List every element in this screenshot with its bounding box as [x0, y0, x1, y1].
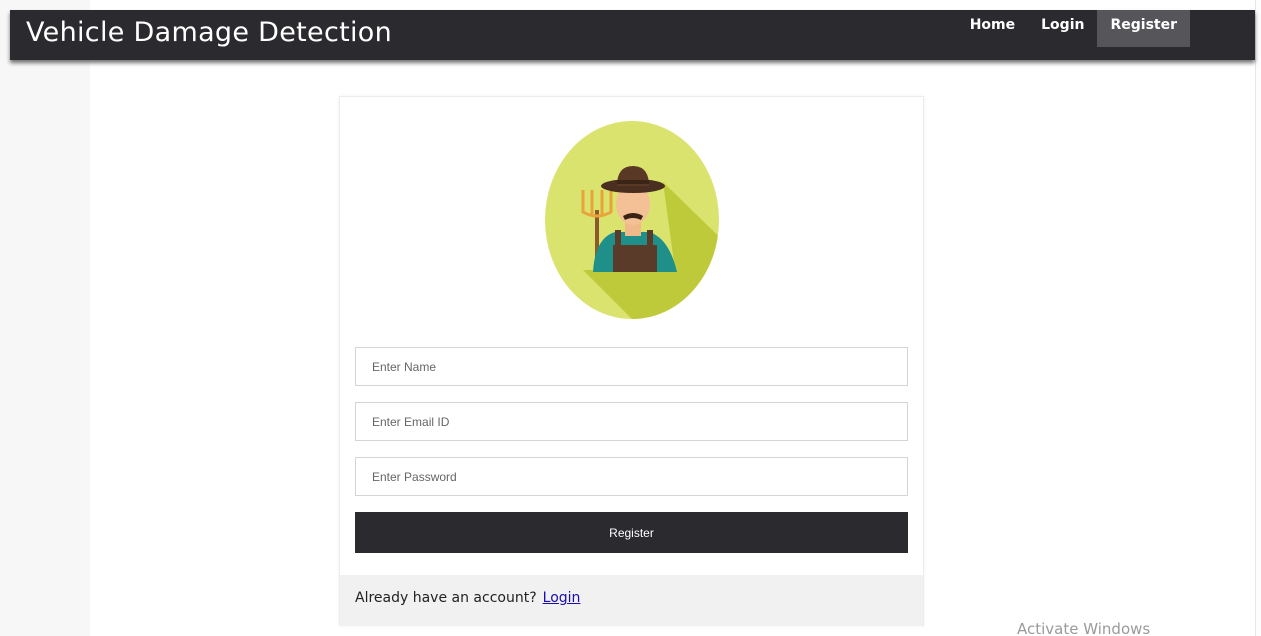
- nav-home[interactable]: Home: [957, 10, 1028, 47]
- nav-login[interactable]: Login: [1028, 10, 1097, 47]
- login-prompt: Already have an account? Login: [340, 575, 923, 626]
- right-edge: [1255, 0, 1261, 636]
- email-input[interactable]: [355, 402, 908, 441]
- activate-windows-watermark: Activate Windows: [1017, 620, 1151, 636]
- register-card: Register Already have an account? Login: [339, 96, 924, 626]
- farmer-avatar-icon: [545, 121, 719, 319]
- login-prompt-text: Already have an account?: [355, 590, 537, 606]
- login-link[interactable]: Login: [543, 590, 581, 606]
- brand-title[interactable]: Vehicle Damage Detection: [26, 17, 392, 48]
- left-gutter: [0, 0, 90, 636]
- password-input[interactable]: [355, 457, 908, 496]
- nav-register[interactable]: Register: [1097, 10, 1190, 47]
- register-button[interactable]: Register: [355, 512, 908, 553]
- nav-links: Home Login Register: [957, 10, 1190, 47]
- top-navbar: Vehicle Damage Detection Home Login Regi…: [10, 10, 1255, 60]
- name-input[interactable]: [355, 347, 908, 386]
